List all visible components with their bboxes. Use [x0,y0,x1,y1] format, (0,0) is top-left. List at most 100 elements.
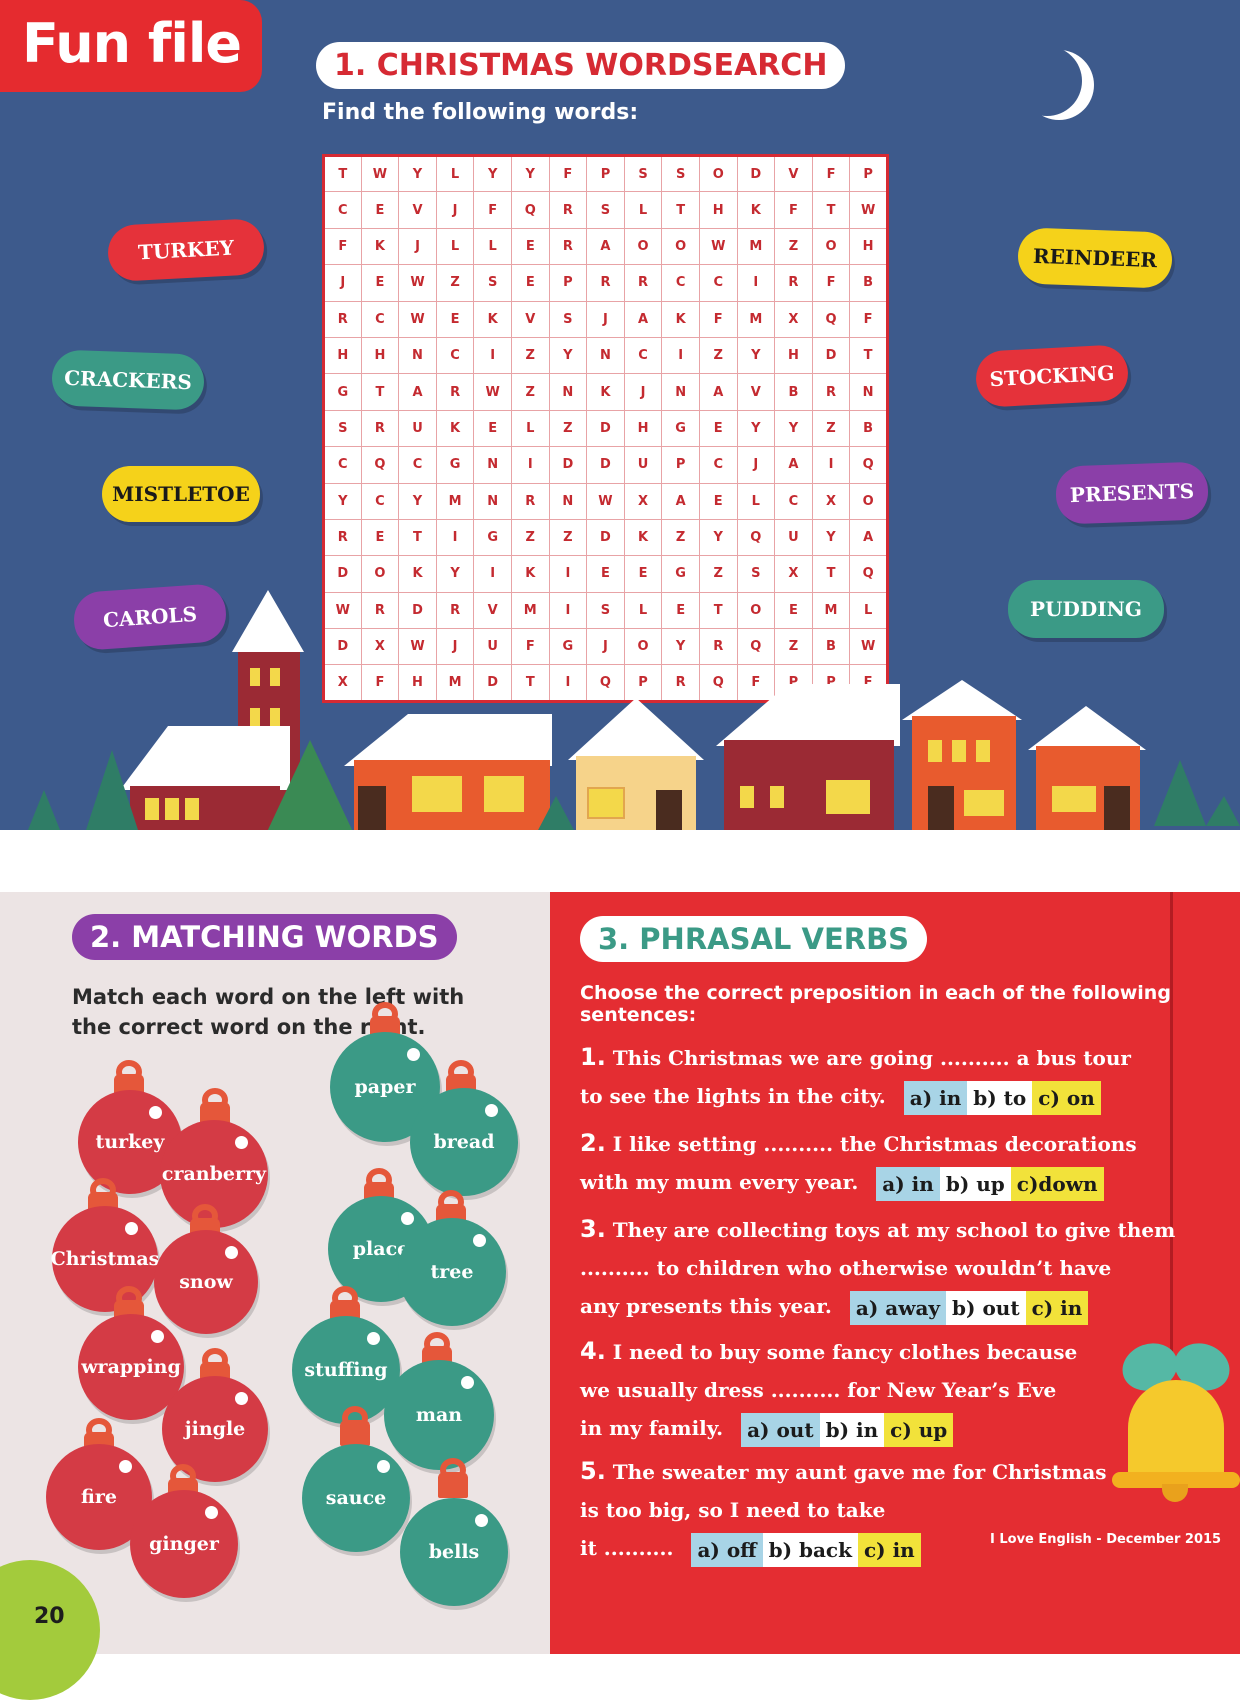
grid-cell[interactable]: T [323,154,362,193]
grid-cell[interactable]: H [774,336,813,375]
grid-cell[interactable]: K [360,227,400,266]
grid-cell[interactable]: Y [736,336,776,375]
grid-cell[interactable]: S [548,300,588,338]
grid-cell[interactable]: O [811,227,851,266]
grid-cell[interactable]: L [435,154,475,193]
grid-cell[interactable]: R [811,373,851,411]
option-c[interactable]: c) in [1025,1290,1089,1325]
grid-cell[interactable]: W [398,264,437,302]
option-b[interactable]: b) up [939,1166,1011,1201]
grid-cell[interactable]: R [548,191,588,229]
grid-cell[interactable]: Q [736,518,776,557]
grid-cell[interactable]: W [586,482,625,520]
grid-cell[interactable]: F [473,191,512,229]
grid-cell[interactable]: S [661,154,700,193]
grid-cell[interactable]: E [698,409,738,448]
grid-cell[interactable]: E [435,300,475,338]
grid-cell[interactable]: I [811,446,851,484]
grid-cell[interactable]: D [736,154,776,193]
grid-cell[interactable]: S [473,264,512,302]
grid-cell[interactable]: C [698,264,738,302]
grid-cell[interactable]: C [323,446,362,484]
grid-cell[interactable]: W [698,227,738,266]
grid-cell[interactable]: Y [774,409,813,448]
grid-cell[interactable]: J [623,373,663,411]
grid-cell[interactable]: K [736,191,776,229]
grid-cell[interactable]: Y [473,154,512,193]
grid-cell[interactable]: Q [510,191,550,229]
grid-cell[interactable]: K [623,518,663,557]
grid-cell[interactable]: D [586,518,625,557]
option-a[interactable]: a) out [741,1412,820,1447]
option-a[interactable]: a) in [903,1080,968,1115]
grid-cell[interactable]: M [736,227,776,266]
option-a[interactable]: a) away [849,1290,947,1325]
grid-cell[interactable]: Z [510,336,550,375]
grid-cell[interactable]: W [473,373,512,411]
grid-cell[interactable]: W [360,154,400,193]
grid-cell[interactable]: Z [661,518,700,557]
grid-cell[interactable]: G [473,518,512,557]
grid-cell[interactable]: H [323,336,362,375]
grid-cell[interactable]: P [849,154,888,193]
grid-cell[interactable]: C [698,446,738,484]
grid-cell[interactable]: X [623,482,663,520]
grid-cell[interactable]: E [586,555,625,593]
grid-cell[interactable]: C [360,482,400,520]
ornament-right[interactable]: bread [410,1088,518,1196]
grid-cell[interactable]: C [398,446,437,484]
grid-cell[interactable]: C [661,264,700,302]
grid-cell[interactable]: G [661,555,700,593]
grid-cell[interactable]: Z [435,264,475,302]
grid-cell[interactable]: D [586,409,625,448]
grid-cell[interactable]: H [623,409,663,448]
grid-cell[interactable]: K [510,555,550,593]
grid-cell[interactable]: Q [811,300,851,338]
option-c[interactable]: c) up [884,1412,954,1447]
grid-cell[interactable]: N [473,482,512,520]
ornament-left[interactable]: snow [154,1230,258,1334]
grid-cell[interactable]: N [586,336,625,375]
grid-cell[interactable]: C [623,336,663,375]
grid-cell[interactable]: R [323,518,362,557]
grid-cell[interactable]: T [849,336,888,375]
grid-cell[interactable]: O [360,555,400,593]
grid-cell[interactable]: J [323,264,362,302]
grid-cell[interactable]: Y [510,154,550,193]
grid-cell[interactable]: Z [698,555,738,593]
grid-cell[interactable]: N [661,373,700,411]
grid-cell[interactable]: I [473,555,512,593]
grid-cell[interactable]: H [698,191,738,229]
grid-cell[interactable]: Y [736,409,776,448]
grid-cell[interactable]: B [849,409,888,448]
grid-cell[interactable]: V [398,191,437,229]
option-b[interactable]: b) back [762,1532,858,1567]
grid-cell[interactable]: M [736,300,776,338]
grid-cell[interactable]: F [698,300,738,338]
grid-cell[interactable]: U [623,446,663,484]
grid-cell[interactable]: E [360,264,400,302]
grid-cell[interactable]: K [473,300,512,338]
grid-cell[interactable]: C [435,336,475,375]
ornament-left[interactable]: Christmas [51,1206,159,1312]
grid-cell[interactable]: Z [698,336,738,375]
grid-cell[interactable]: I [435,518,475,557]
option-c[interactable]: c) in [857,1532,921,1567]
grid-cell[interactable]: Z [510,373,550,411]
grid-cell[interactable]: V [510,300,550,338]
option-b[interactable]: b) out [946,1290,1026,1325]
grid-cell[interactable]: Q [849,555,888,593]
grid-cell[interactable]: Z [548,409,588,448]
grid-cell[interactable]: Y [398,154,437,193]
grid-cell[interactable]: A [849,518,888,557]
grid-cell[interactable]: E [360,518,400,557]
grid-cell[interactable]: K [398,555,437,593]
option-b[interactable]: b) to [967,1080,1033,1115]
grid-cell[interactable]: G [661,409,700,448]
grid-cell[interactable]: R [548,227,588,266]
grid-cell[interactable]: X [774,555,813,593]
ornament-right[interactable]: sauce [302,1444,410,1552]
grid-cell[interactable]: J [736,446,776,484]
grid-cell[interactable]: K [586,373,625,411]
grid-cell[interactable]: A [774,446,813,484]
